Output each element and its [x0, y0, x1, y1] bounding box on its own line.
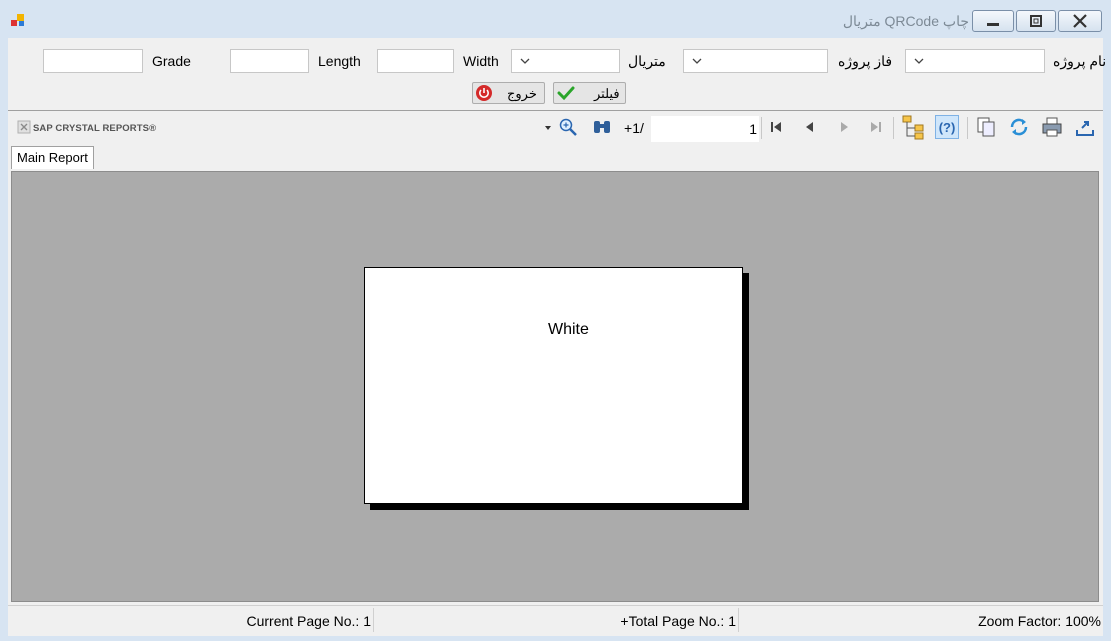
- group-tree-icon[interactable]: [901, 114, 927, 140]
- project-phase-combo[interactable]: [683, 49, 828, 73]
- checkmark-icon: [557, 86, 575, 101]
- exit-button[interactable]: خروج: [472, 82, 545, 104]
- last-page-icon[interactable]: [869, 120, 883, 134]
- refresh-icon[interactable]: [1008, 117, 1030, 137]
- maximize-button[interactable]: [1016, 10, 1056, 32]
- status-bar: [8, 605, 1103, 636]
- project-phase-label: فاز پروژه: [838, 53, 893, 69]
- next-page-icon[interactable]: [837, 120, 851, 134]
- chevron-down-icon: [520, 58, 530, 64]
- width-label: Width: [463, 53, 499, 69]
- length-input[interactable]: [230, 49, 309, 73]
- svg-text:(?): (?): [939, 120, 956, 135]
- report-page: [364, 267, 743, 504]
- zoom-icon[interactable]: [558, 117, 580, 137]
- chevron-down-icon: [692, 58, 702, 64]
- help-toggle-button[interactable]: (?): [935, 115, 959, 139]
- previous-page-icon[interactable]: [803, 120, 817, 134]
- project-name-combo[interactable]: [905, 49, 1045, 73]
- minimize-icon: [987, 23, 999, 26]
- toolbar-separator: [967, 117, 968, 139]
- toolbar-separator: [893, 117, 894, 139]
- status-separator: [373, 608, 374, 632]
- close-icon: [1073, 14, 1087, 28]
- tab-main-report[interactable]: Main Report: [11, 146, 94, 169]
- window-title: چاپ QRCode متریال: [842, 13, 969, 29]
- copy-icon[interactable]: [975, 116, 997, 138]
- status-separator: [738, 608, 739, 632]
- length-label: Length: [318, 53, 361, 69]
- dropdown-arrow-icon[interactable]: [545, 125, 551, 131]
- material-label: متریال: [628, 53, 666, 69]
- close-view-icon[interactable]: [17, 120, 31, 134]
- page-of-label: /1+: [624, 120, 644, 136]
- print-icon[interactable]: [1041, 116, 1063, 138]
- chevron-down-icon: [914, 58, 924, 64]
- first-page-icon[interactable]: [769, 120, 783, 134]
- crystal-brand: SAP CRYSTAL REPORTS®: [33, 123, 157, 134]
- grade-label: Grade: [152, 53, 191, 69]
- page-number-input[interactable]: [651, 116, 759, 142]
- grade-input[interactable]: [43, 49, 143, 73]
- current-page-status: Current Page No.: 1: [246, 613, 371, 629]
- total-page-status: Total Page No.: 1+: [620, 613, 736, 629]
- app-icon: [10, 12, 26, 28]
- binoculars-icon[interactable]: [592, 118, 612, 136]
- project-name-label: نام پروژه: [1053, 53, 1107, 69]
- filter-button[interactable]: فیلتر: [553, 82, 626, 104]
- zoom-status: Zoom Factor: 100%: [978, 613, 1101, 629]
- report-text: White: [548, 321, 589, 338]
- close-button[interactable]: [1058, 10, 1102, 32]
- restore-icon: [1030, 15, 1042, 27]
- toolbar-separator: [761, 117, 762, 139]
- width-input[interactable]: [377, 49, 454, 73]
- power-icon: [476, 85, 492, 101]
- minimize-button[interactable]: [972, 10, 1014, 32]
- material-combo[interactable]: [511, 49, 620, 73]
- help-icon: (?): [939, 120, 956, 135]
- export-icon[interactable]: [1074, 116, 1096, 138]
